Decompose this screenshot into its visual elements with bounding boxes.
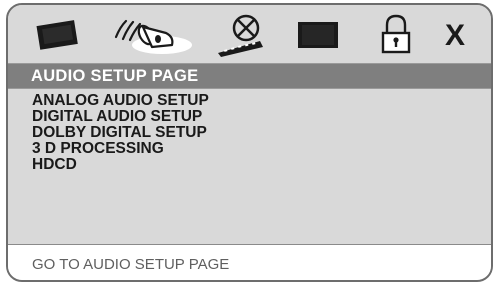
setup-icon-toolbar: X [8,5,491,63]
audio-setup-menu: ANALOG AUDIO SETUP DIGITAL AUDIO SETUP D… [8,93,491,244]
page-title: AUDIO SETUP PAGE [8,63,491,89]
status-hint: GO TO AUDIO SETUP PAGE [8,245,491,280]
menu-item-hdcd[interactable]: HDCD [8,157,491,173]
setup-menu-panel: X AUDIO SETUP PAGE ANALOG AUDIO SETUP DI… [6,3,493,282]
menu-item-analog-audio-setup[interactable]: ANALOG AUDIO SETUP [8,93,491,109]
dolby-film-reel-icon[interactable] [212,11,274,57]
menu-item-dolby-digital-setup[interactable]: DOLBY DIGITAL SETUP [8,125,491,141]
audio-speaker-icon[interactable] [112,11,194,57]
tv-screen-icon[interactable] [34,11,80,57]
svg-text:X: X [445,19,465,52]
exit-icon[interactable]: X [440,11,470,57]
menu-item-digital-audio-setup[interactable]: DIGITAL AUDIO SETUP [8,109,491,125]
video-display-icon[interactable] [296,11,340,57]
padlock-icon[interactable] [378,11,414,57]
menu-item-3d-processing[interactable]: 3 D PROCESSING [8,141,491,157]
